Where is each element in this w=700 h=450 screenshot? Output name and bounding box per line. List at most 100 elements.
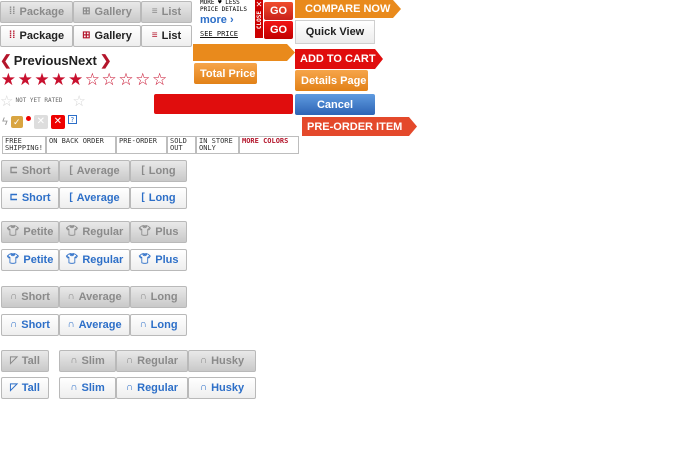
more-link[interactable]: more › bbox=[200, 14, 234, 26]
close-label: CLOSE bbox=[255, 11, 263, 30]
star-filled-icon[interactable]: ★ bbox=[17, 71, 34, 88]
fit-tall-label: Tall bbox=[21, 355, 40, 367]
gallery-icon: ⊞ bbox=[82, 6, 91, 17]
shirt-icon: 👕︎ bbox=[138, 226, 152, 237]
star-empty-icon[interactable]: ☆ bbox=[151, 71, 168, 88]
inseam-short-button[interactable]: ∩ Short bbox=[1, 286, 59, 308]
size-short-button-active[interactable]: ⊏ Short bbox=[1, 187, 59, 209]
fit-regular-button[interactable]: ∩ Regular bbox=[116, 350, 188, 372]
pants-icon: ∩ bbox=[139, 291, 147, 302]
package-label: Package bbox=[19, 6, 65, 18]
empty-star-icon: ☆ bbox=[0, 93, 14, 110]
gallery-label: Gallery bbox=[94, 30, 132, 42]
star-empty-icon[interactable]: ☆ bbox=[118, 71, 135, 88]
fit-husky-label: Husky bbox=[211, 382, 245, 394]
fit-tall-label: Tall bbox=[21, 382, 40, 394]
price-details-label: PRICE DETAILS bbox=[200, 6, 247, 13]
cancel-button[interactable]: Cancel bbox=[295, 94, 375, 115]
size-regular-button-active[interactable]: 👕︎ Regular bbox=[59, 249, 130, 271]
size-regular-label: Regular bbox=[82, 254, 124, 266]
inseam-short-button-active[interactable]: ∩ Short bbox=[1, 314, 59, 336]
package-view-button[interactable]: ⁞⁞ Package bbox=[0, 1, 73, 23]
orange-arrow-blank bbox=[193, 44, 295, 61]
fit-husky-button-active[interactable]: ∩ Husky bbox=[188, 377, 256, 399]
package-view-button-active[interactable]: ⁞⁞ Package bbox=[0, 25, 73, 47]
shirt-icon: 👕︎ bbox=[6, 254, 20, 265]
star-rating[interactable]: ★★★★★☆☆☆☆☆ bbox=[0, 71, 170, 89]
pre-order-tag: PRE-ORDER bbox=[116, 136, 167, 154]
star-filled-icon[interactable]: ★ bbox=[0, 71, 17, 88]
list-label: List bbox=[161, 6, 182, 18]
help-icon[interactable]: ? bbox=[67, 114, 77, 124]
see-price-link[interactable]: SEE PRICE bbox=[200, 30, 238, 38]
size-short-button[interactable]: ⊏ Short bbox=[1, 160, 59, 182]
size-long-label: Long bbox=[148, 192, 176, 204]
go-button[interactable]: GO bbox=[264, 21, 293, 39]
inseam-short-label: Short bbox=[21, 319, 50, 331]
gallery-view-button-active[interactable]: ⊞ Gallery bbox=[73, 25, 141, 47]
quick-view-button[interactable]: Quick View bbox=[295, 20, 375, 44]
size-average-button-active[interactable]: [Average bbox=[59, 187, 130, 209]
size-long-label: Long bbox=[148, 165, 176, 177]
sold-out-tag: SOLD OUT bbox=[167, 136, 196, 154]
inseam-average-button-active[interactable]: ∩ Average bbox=[59, 314, 130, 336]
inseam-average-button[interactable]: ∩ Average bbox=[59, 286, 130, 308]
size-petite-label: Petite bbox=[23, 254, 54, 266]
fit-husky-label: Husky bbox=[211, 355, 245, 367]
inseam-long-button-active[interactable]: ∩ Long bbox=[130, 314, 187, 336]
gallery-icon: ⊞ bbox=[82, 30, 91, 41]
size-regular-button[interactable]: 👕︎ Regular bbox=[59, 221, 130, 243]
size-petite-button[interactable]: 👕︎ Petite bbox=[1, 221, 59, 243]
inseam-average-label: Average bbox=[78, 291, 122, 303]
add-to-cart-button[interactable]: ADD TO CART bbox=[295, 49, 383, 69]
fit-regular-button-active[interactable]: ∩ Regular bbox=[116, 377, 188, 399]
shirt-icon: 👕︎ bbox=[6, 226, 20, 237]
red-dot-icon bbox=[25, 115, 31, 121]
star-filled-icon[interactable]: ★ bbox=[50, 71, 67, 88]
size-long-button[interactable]: [Long bbox=[130, 160, 187, 182]
fit-slim-label: Slim bbox=[81, 355, 105, 367]
fit-slim-button-active[interactable]: ∩ Slim bbox=[59, 377, 116, 399]
list-icon: ≡ bbox=[151, 30, 158, 41]
star-empty-icon[interactable]: ☆ bbox=[101, 71, 118, 88]
previous-link[interactable]: Previous bbox=[14, 53, 69, 68]
go-button-hover[interactable]: GO bbox=[264, 2, 293, 20]
not-rated-row: ☆ NOT YET RATED ☆ bbox=[0, 92, 86, 110]
star-empty-icon[interactable]: ☆ bbox=[84, 71, 101, 88]
size-short-label: Short bbox=[21, 192, 51, 204]
pants-icon: ∩ bbox=[10, 319, 18, 330]
total-price-button[interactable]: Total Price bbox=[194, 63, 257, 84]
fit-tall-button[interactable]: ◸ Tall bbox=[1, 350, 49, 372]
shirt-icon: 👕︎ bbox=[65, 226, 79, 237]
tall-icon: ◸ bbox=[10, 382, 18, 393]
size-petite-button-active[interactable]: 👕︎ Petite bbox=[1, 249, 59, 271]
list-icon: ≡ bbox=[151, 6, 158, 17]
size-plus-button[interactable]: 👕︎ Plus bbox=[130, 221, 187, 243]
size-petite-label: Petite bbox=[23, 226, 54, 238]
size-plus-button-active[interactable]: 👕︎ Plus bbox=[130, 249, 187, 271]
next-link[interactable]: Next bbox=[69, 53, 97, 68]
price-details-toggle[interactable]: MORE ♥ LESS PRICE DETAILS bbox=[200, 0, 255, 14]
compare-now-button[interactable]: COMPARE NOW bbox=[295, 0, 401, 18]
close-tab[interactable]: ✕ CLOSE bbox=[255, 0, 263, 38]
gallery-view-button[interactable]: ⊞ Gallery bbox=[73, 1, 141, 23]
fit-tall-button-active[interactable]: ◸ Tall bbox=[1, 377, 49, 399]
star-empty-icon[interactable]: ☆ bbox=[134, 71, 151, 88]
list-view-button[interactable]: ≡ List bbox=[141, 1, 192, 23]
size-long-button-active[interactable]: [Long bbox=[130, 187, 187, 209]
list-view-button-active[interactable]: ≡ List bbox=[141, 25, 192, 47]
details-page-button[interactable]: Details Page bbox=[295, 70, 368, 91]
inseam-long-button[interactable]: ∩ Long bbox=[130, 286, 187, 308]
fit-husky-button[interactable]: ∩ Husky bbox=[188, 350, 256, 372]
close-icon[interactable]: ✕ bbox=[50, 115, 65, 129]
chevron-left-icon: ❮ bbox=[0, 52, 12, 68]
star-filled-icon[interactable]: ★ bbox=[34, 71, 51, 88]
close-icon[interactable]: ✕ bbox=[33, 115, 48, 129]
size-average-button[interactable]: [Average bbox=[59, 160, 130, 182]
fit-regular-label: Regular bbox=[137, 355, 179, 367]
red-bar-blank bbox=[154, 94, 293, 114]
fit-slim-button[interactable]: ∩ Slim bbox=[59, 350, 116, 372]
package-icon: ⁞⁞ bbox=[8, 30, 16, 41]
star-filled-icon[interactable]: ★ bbox=[67, 71, 84, 88]
pre-order-item-button[interactable]: PRE-ORDER ITEM bbox=[302, 117, 417, 136]
